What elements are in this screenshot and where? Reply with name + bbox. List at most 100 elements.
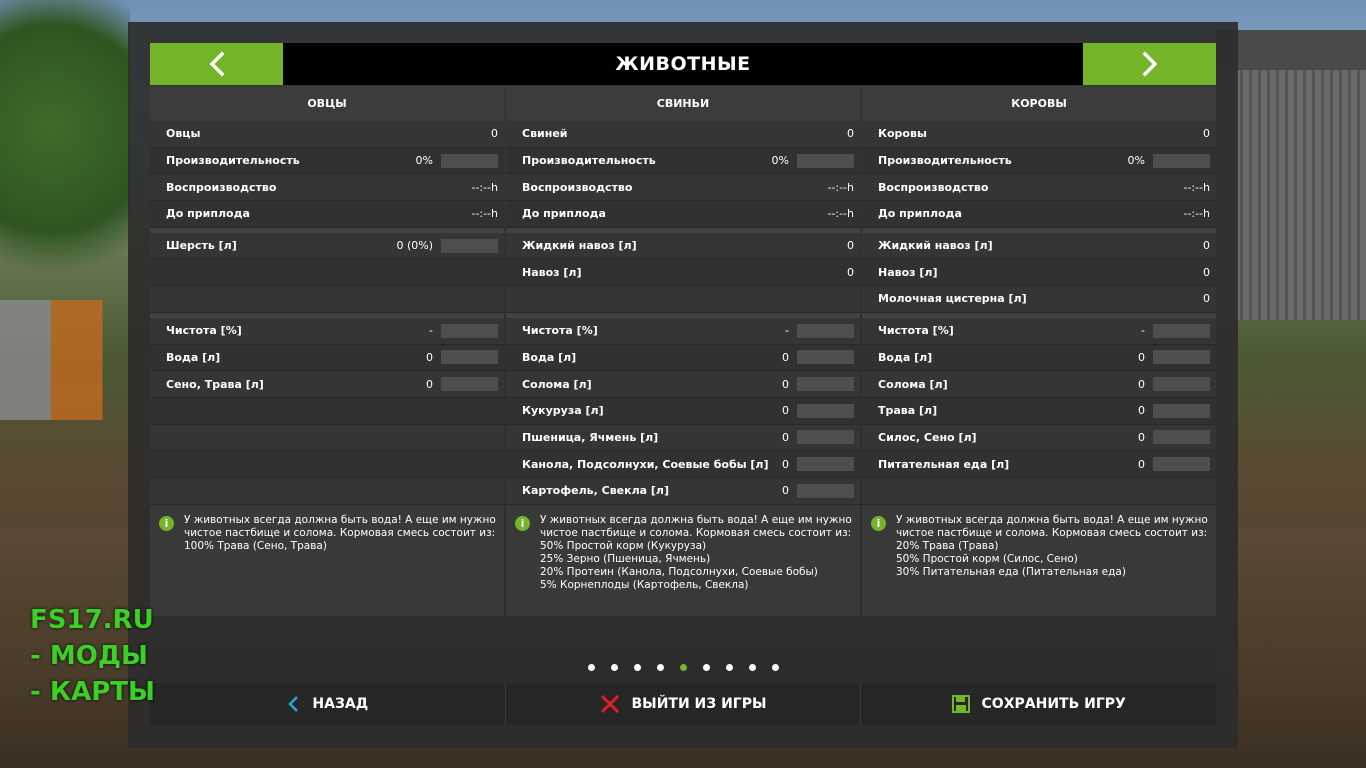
quit-game-button[interactable]: ВЫЙТИ ИЗ ИГРЫ (505, 683, 862, 725)
page-title: ЖИВОТНЫЕ (615, 53, 751, 75)
stats-group: Овцы 0 Производительность 0% Воспроизводство… (150, 121, 504, 228)
stat-value: 0 (1138, 377, 1145, 391)
stat-label: Воспроизводство (522, 180, 633, 194)
stat-value: 0 (782, 484, 789, 498)
level-bar (441, 350, 498, 365)
stat-value: --:--h (827, 207, 854, 221)
stat-row: Производительность 0% (862, 147, 1216, 175)
page-dot[interactable] (679, 663, 687, 671)
stat-row: Силос, Сено [л] 0 (862, 424, 1216, 452)
stat-row: Молочная цистерна [л] 0 (862, 286, 1216, 313)
stat-row: Чистота [%] - (150, 317, 504, 345)
stat-value: 0 (1138, 350, 1145, 364)
close-icon (600, 694, 619, 714)
stat-label: Свиней (522, 127, 568, 141)
products-group: Жидкий навоз [л] 0 Навоз [л] 0 (506, 232, 860, 313)
stat-label: Овцы (166, 127, 201, 141)
stats-group: Коровы 0 Производительность 0% Воспроизводст… (862, 121, 1216, 228)
level-bar (797, 350, 854, 365)
page-dot[interactable] (748, 663, 756, 671)
level-bar (1153, 350, 1210, 365)
stat-row (150, 286, 504, 313)
info-box: i У животных всегда должна быть вода! А е… (862, 505, 1216, 616)
stat-label: Питательная еда [л] (878, 457, 1010, 471)
stat-label: Канола, Подсолнухи, Соевые бобы [л] (522, 457, 769, 471)
level-bar (797, 483, 854, 498)
page-dot[interactable] (656, 663, 664, 671)
background-barn (1216, 30, 1366, 320)
stat-value: 0 (847, 265, 854, 279)
stat-label: Жидкий навоз [л] (878, 239, 993, 253)
footer-bar: НАЗАД ВЫЙТИ ИЗ ИГРЫ СОХРАНИТЬ ИГРУ (150, 683, 1217, 725)
prev-page-button[interactable] (150, 43, 283, 85)
stat-row: Шерсть [л] 0 (0%) (150, 232, 504, 260)
stat-value: - (785, 324, 789, 338)
page-dot[interactable] (702, 663, 710, 671)
stat-label: Пшеница, Ячмень [л] (522, 430, 659, 444)
stat-row: Коровы 0 (862, 121, 1216, 148)
info-text: У животных всегда должна быть вода! А ещ… (184, 514, 496, 552)
stat-row: Картофель, Свекла [л] 0 (506, 477, 860, 505)
page-dot[interactable] (610, 663, 618, 671)
stat-row: Чистота [%] - (862, 317, 1216, 345)
stat-label: Картофель, Свекла [л] (522, 484, 669, 498)
stat-label: Чистота [%] (166, 324, 242, 338)
info-text: У животных всегда должна быть вода! А ещ… (896, 514, 1208, 578)
stat-row (150, 477, 504, 505)
stat-label: Молочная цистерна [л] (878, 292, 1027, 306)
info-box: i У животных всегда должна быть вода! А е… (506, 505, 860, 616)
stat-label: Производительность (522, 154, 656, 168)
column-title: СВИНЬИ (506, 86, 860, 121)
stat-label: До приплода (878, 207, 962, 221)
stat-row: Свиней 0 (506, 121, 860, 148)
back-button[interactable]: НАЗАД (150, 683, 506, 725)
level-bar (797, 457, 854, 472)
level-bar (1153, 323, 1210, 338)
stat-label: Производительность (166, 154, 300, 168)
page-dot[interactable] (725, 663, 733, 671)
stat-label: До приплода (166, 207, 250, 221)
stat-value: 0 (847, 127, 854, 141)
column-title: КОРОВЫ (862, 86, 1216, 121)
stat-label: Трава [л] (878, 404, 938, 418)
level-bar (797, 153, 854, 168)
stat-value: 0% (1127, 154, 1145, 168)
needs-group: Чистота [%] - Вода [л] 0 Солома [л] 0 Трава [л… (862, 317, 1216, 505)
stat-row: Солома [л] 0 (506, 371, 860, 398)
stat-row: Солома [л] 0 (862, 371, 1216, 398)
needs-group: Чистота [%] - Вода [л] 0 Солома [л] 0 Кукуруза… (506, 317, 860, 505)
save-game-button[interactable]: СОХРАНИТЬ ИГРУ (861, 683, 1217, 725)
info-icon: i (159, 516, 174, 531)
page-dot[interactable] (771, 663, 779, 671)
stat-label: Солома [л] (878, 377, 948, 391)
info-text: У животных всегда должна быть вода! А ещ… (540, 514, 852, 591)
stat-label: Сено, Трава [л] (166, 377, 264, 391)
stat-row: Сено, Трава [л] 0 (150, 371, 504, 398)
stat-row: До приплода --:--h (862, 201, 1216, 228)
animal-column: КОРОВЫ Коровы 0 Производительность 0% Воспрои… (862, 86, 1216, 616)
stat-value: 0 (491, 127, 498, 141)
stat-value: --:--h (1183, 180, 1210, 194)
stat-label: Производительность (878, 154, 1012, 168)
stat-value: 0% (415, 154, 433, 168)
back-button-label: НАЗАД (312, 696, 369, 712)
stat-value: 0 (1203, 239, 1210, 253)
page-dot[interactable] (587, 663, 595, 671)
level-bar (441, 153, 498, 168)
level-bar (441, 377, 498, 392)
info-box: i У животных всегда должна быть вода! А е… (150, 505, 504, 616)
stat-row (150, 397, 504, 425)
stat-value: 0 (782, 430, 789, 444)
stat-value: --:--h (1183, 207, 1210, 221)
watermark-line: - КАРТЫ (30, 677, 155, 707)
page-dot[interactable] (633, 663, 641, 671)
stat-label: Вода [л] (166, 350, 221, 364)
stat-value: 0 (1138, 404, 1145, 418)
stat-row (506, 286, 860, 313)
stat-value: 0 (1138, 457, 1145, 471)
level-bar (797, 430, 854, 445)
stat-value: 0 (0%) (396, 239, 433, 253)
next-page-button[interactable] (1083, 43, 1216, 85)
chevron-left-icon (209, 51, 224, 77)
animal-column: СВИНЬИ Свиней 0 Производительность 0% Воспрои… (506, 86, 860, 616)
